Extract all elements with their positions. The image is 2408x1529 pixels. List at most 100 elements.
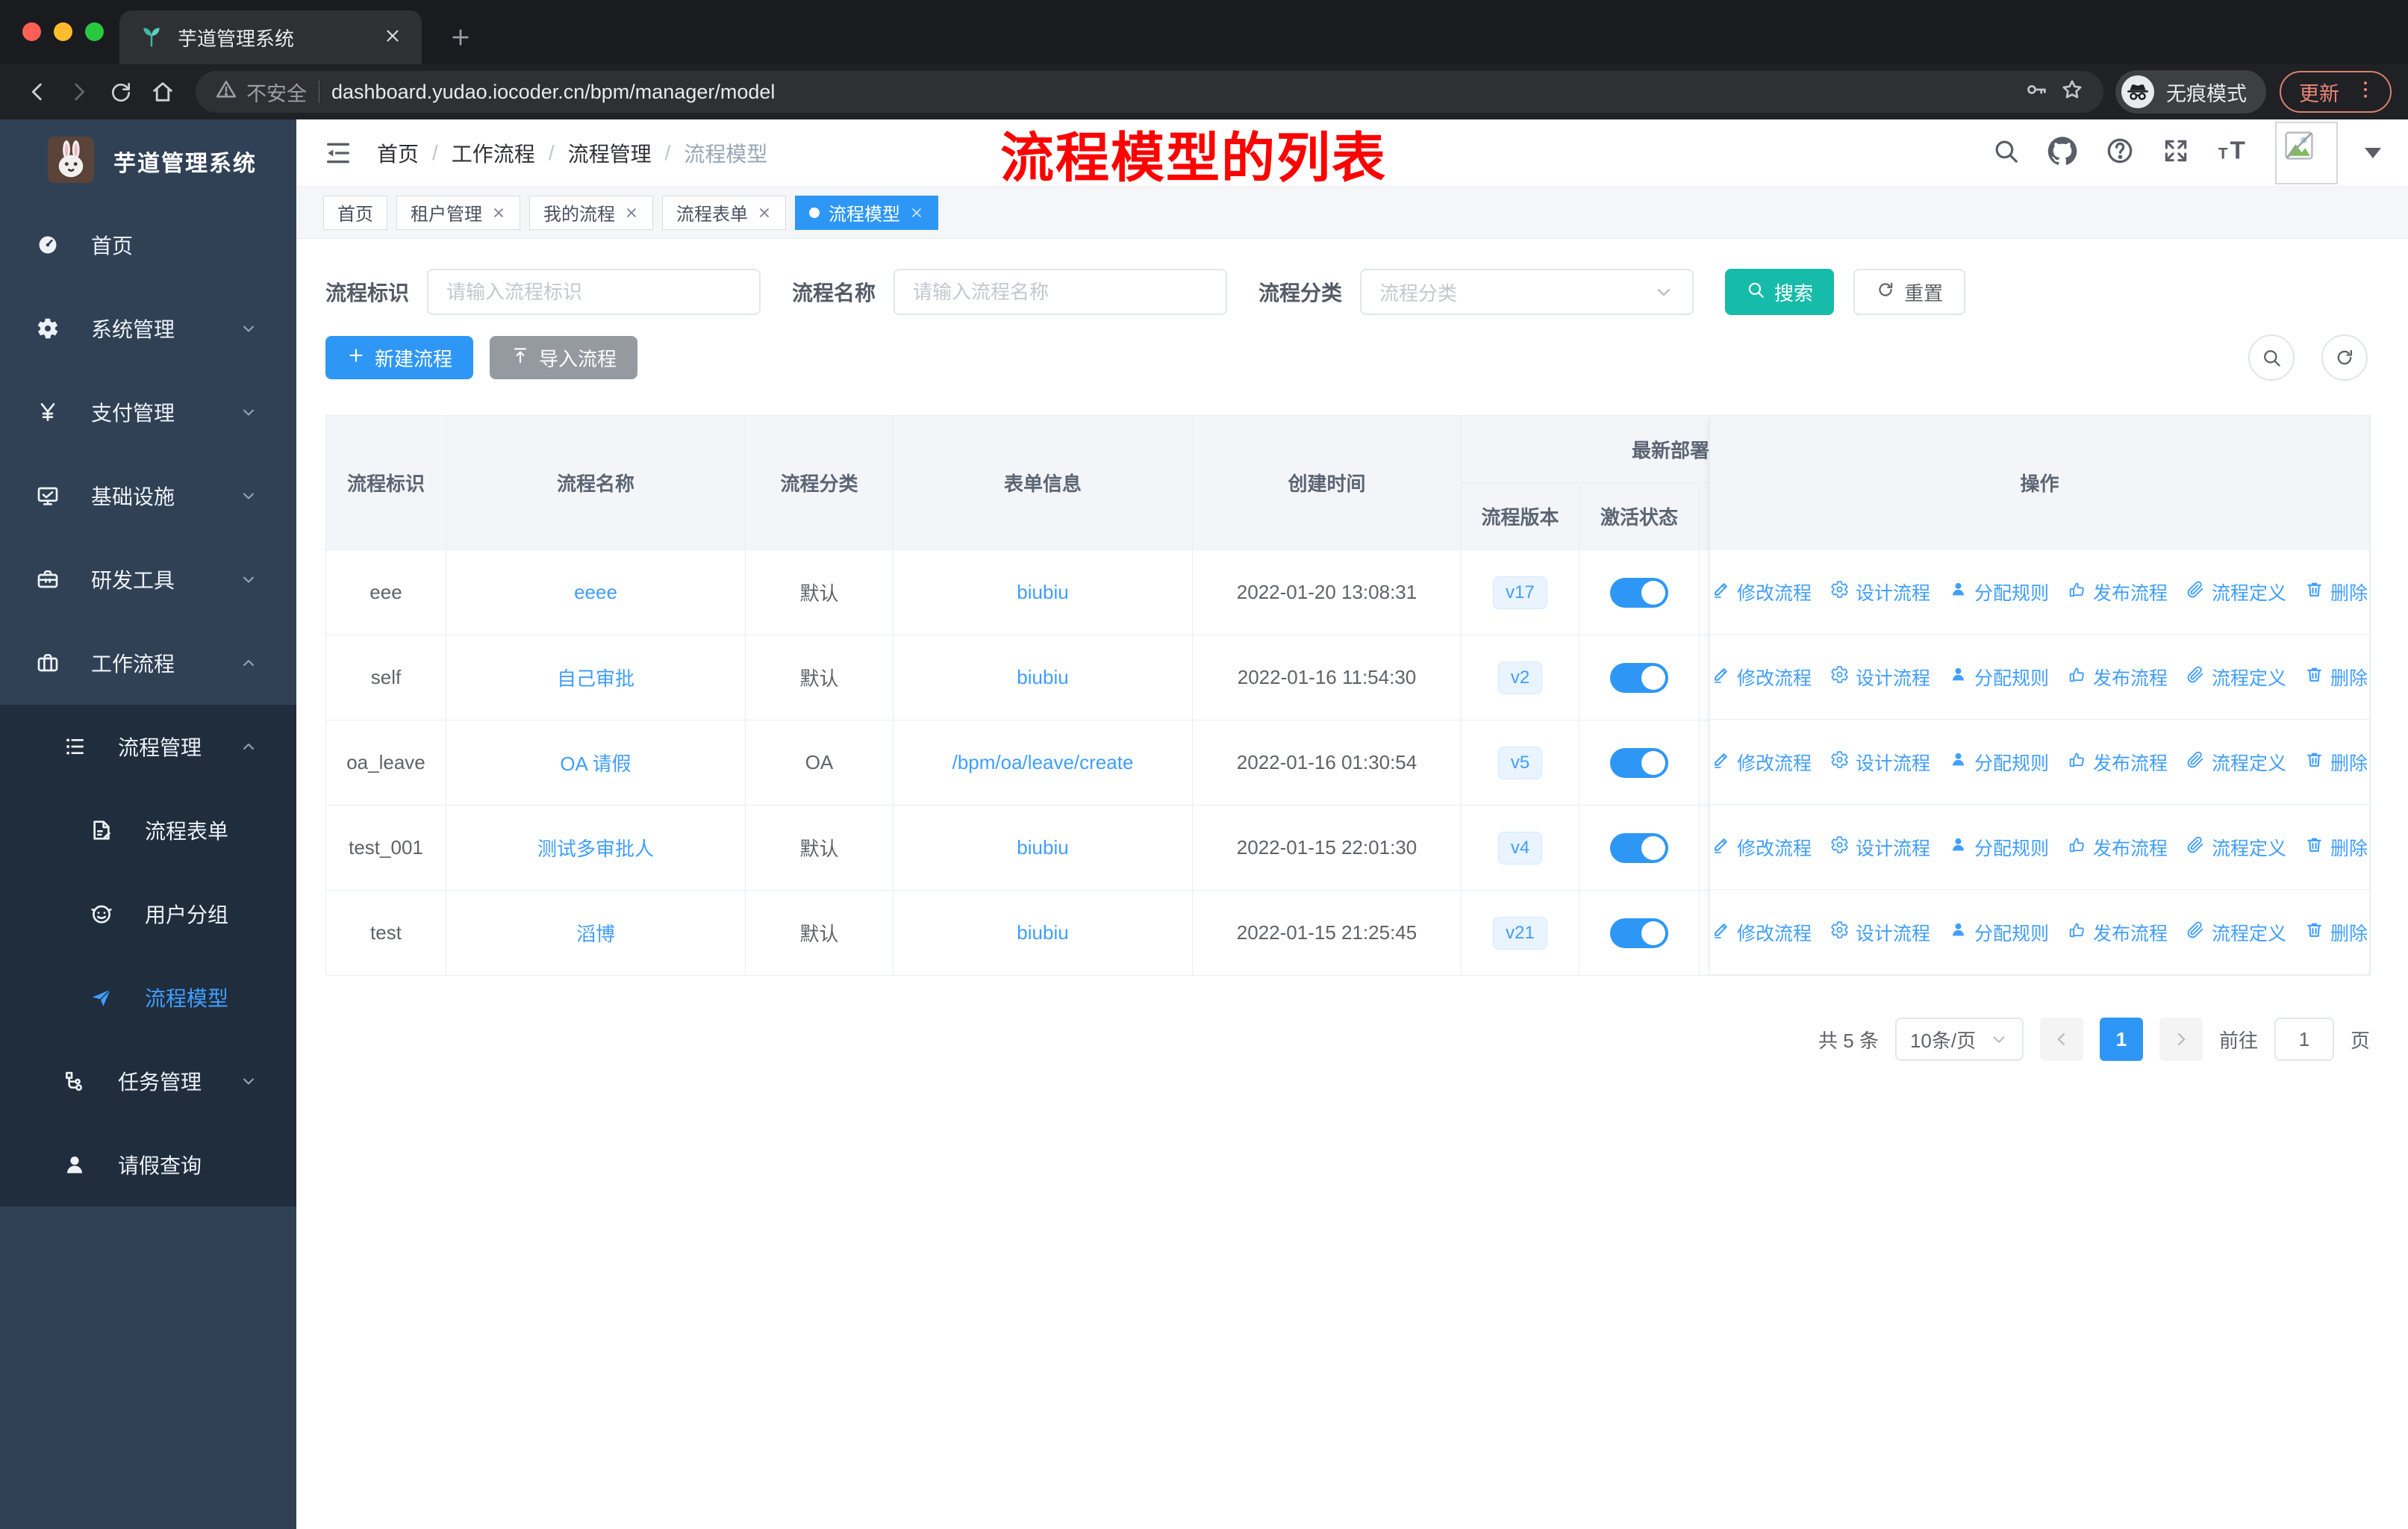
- design-process-link[interactable]: 设计流程: [1830, 834, 1930, 861]
- form-link[interactable]: biubiu: [1017, 581, 1068, 603]
- version-badge[interactable]: v2: [1497, 661, 1543, 694]
- new-tab-button[interactable]: [438, 15, 483, 60]
- assign-rule-link[interactable]: 分配规则: [1949, 919, 2049, 946]
- process-key-input[interactable]: [427, 269, 761, 315]
- search-button[interactable]: 搜索: [1725, 269, 1835, 315]
- security-warning[interactable]: 不安全: [215, 78, 307, 107]
- github-icon[interactable]: [2047, 135, 2078, 170]
- form-link[interactable]: biubiu: [1017, 836, 1068, 859]
- active-toggle[interactable]: [1610, 918, 1668, 948]
- process-category-select[interactable]: 流程分类: [1360, 269, 1694, 315]
- deploy-process-link[interactable]: 发布流程: [2068, 919, 2168, 946]
- process-name-link[interactable]: eeee: [574, 581, 617, 603]
- search-icon[interactable]: [1991, 137, 2020, 169]
- tab-close-icon[interactable]: [383, 26, 402, 49]
- design-process-link[interactable]: 设计流程: [1830, 664, 1930, 691]
- sidebar-item-任务管理[interactable]: 任务管理: [0, 1039, 296, 1123]
- deploy-process-link[interactable]: 发布流程: [2068, 664, 2168, 691]
- chevron-down-icon[interactable]: [2365, 147, 2381, 158]
- sidebar-item-用户分组[interactable]: 用户分组: [0, 872, 296, 956]
- assign-rule-link[interactable]: 分配规则: [1949, 834, 2049, 861]
- import-process-button[interactable]: 导入流程: [490, 336, 638, 379]
- refresh-table-button[interactable]: [2321, 334, 2368, 381]
- form-link[interactable]: biubiu: [1017, 921, 1068, 944]
- sidebar-item-支付管理[interactable]: 支付管理: [0, 370, 296, 454]
- page-size-select[interactable]: 10条/页: [1894, 1018, 2024, 1061]
- sidebar-item-流程表单[interactable]: 流程表单: [0, 788, 296, 872]
- collapse-menu-icon[interactable]: [323, 138, 353, 168]
- close-icon[interactable]: [624, 205, 639, 220]
- active-toggle[interactable]: [1610, 832, 1668, 863]
- deploy-process-link[interactable]: 发布流程: [2068, 579, 2168, 605]
- active-toggle[interactable]: [1610, 747, 1668, 778]
- maximize-window-button[interactable]: [85, 22, 104, 41]
- process-name-link[interactable]: 测试多审批人: [537, 838, 654, 860]
- breadcrumb-item[interactable]: 流程管理: [568, 138, 652, 168]
- delete-link[interactable]: 删除: [2305, 664, 2368, 691]
- help-icon[interactable]: [2105, 136, 2135, 169]
- edit-process-link[interactable]: 修改流程: [1712, 834, 1812, 861]
- breadcrumb-item[interactable]: 首页: [377, 138, 419, 168]
- next-page-button[interactable]: [2159, 1018, 2203, 1061]
- deploy-process-link[interactable]: 发布流程: [2068, 834, 2168, 861]
- process-name-link[interactable]: 自己审批: [557, 667, 634, 690]
- sidebar-item-流程管理[interactable]: 流程管理: [0, 705, 296, 788]
- active-toggle[interactable]: [1610, 662, 1668, 693]
- sidebar-item-请假查询[interactable]: 请假查询: [0, 1123, 296, 1206]
- reset-button[interactable]: 重置: [1853, 269, 1966, 315]
- font-size-icon[interactable]: TT: [2217, 135, 2248, 170]
- version-badge[interactable]: v4: [1497, 831, 1543, 865]
- process-name-link[interactable]: 滔博: [576, 923, 615, 945]
- assign-rule-link[interactable]: 分配规则: [1949, 749, 2049, 776]
- sidebar-item-研发工具[interactable]: 研发工具: [0, 538, 296, 621]
- form-link[interactable]: biubiu: [1017, 666, 1068, 688]
- design-process-link[interactable]: 设计流程: [1830, 749, 1930, 776]
- sidebar-item-首页[interactable]: 首页: [0, 203, 296, 287]
- reload-button[interactable]: [100, 71, 142, 113]
- update-chip[interactable]: 更新: [2280, 71, 2392, 113]
- deploy-process-link[interactable]: 发布流程: [2068, 749, 2168, 776]
- create-process-button[interactable]: 新建流程: [325, 336, 474, 379]
- version-badge[interactable]: v21: [1493, 916, 1547, 950]
- edit-process-link[interactable]: 修改流程: [1712, 919, 1812, 946]
- prev-page-button[interactable]: [2039, 1018, 2083, 1061]
- process-definition-link[interactable]: 流程定义: [2186, 664, 2286, 691]
- user-avatar[interactable]: [2275, 121, 2338, 184]
- design-process-link[interactable]: 设计流程: [1830, 579, 1930, 605]
- bookmark-star-icon[interactable]: [2060, 78, 2084, 107]
- delete-link[interactable]: 删除: [2305, 834, 2368, 861]
- delete-link[interactable]: 删除: [2305, 579, 2368, 605]
- process-name-link[interactable]: OA 请假: [560, 753, 631, 775]
- version-badge[interactable]: v5: [1497, 746, 1543, 779]
- tag-租户管理[interactable]: 租户管理: [396, 195, 520, 230]
- back-button[interactable]: [16, 71, 58, 113]
- delete-link[interactable]: 删除: [2305, 919, 2368, 946]
- close-icon[interactable]: [757, 205, 772, 220]
- active-toggle[interactable]: [1610, 577, 1668, 608]
- forward-button[interactable]: [58, 71, 100, 113]
- tag-流程表单[interactable]: 流程表单: [662, 195, 786, 230]
- process-definition-link[interactable]: 流程定义: [2186, 579, 2286, 605]
- form-link[interactable]: /bpm/oa/leave/create: [952, 751, 1134, 773]
- process-definition-link[interactable]: 流程定义: [2186, 834, 2286, 861]
- breadcrumb-item[interactable]: 工作流程: [452, 138, 535, 168]
- edit-process-link[interactable]: 修改流程: [1712, 749, 1812, 776]
- assign-rule-link[interactable]: 分配规则: [1949, 579, 2049, 605]
- process-name-input[interactable]: [893, 269, 1228, 315]
- assign-rule-link[interactable]: 分配规则: [1949, 664, 2049, 691]
- close-icon[interactable]: [491, 205, 506, 220]
- fullscreen-icon[interactable]: [2162, 137, 2190, 169]
- address-bar[interactable]: 不安全 dashboard.yudao.iocoder.cn/bpm/manag…: [196, 71, 2103, 113]
- process-definition-link[interactable]: 流程定义: [2186, 749, 2286, 776]
- tag-流程模型[interactable]: 流程模型: [795, 195, 938, 230]
- toggle-search-button[interactable]: [2248, 334, 2295, 381]
- sidebar-item-流程模型[interactable]: 流程模型: [0, 956, 296, 1039]
- close-icon[interactable]: [909, 205, 924, 220]
- edit-process-link[interactable]: 修改流程: [1712, 664, 1812, 691]
- current-page-button[interactable]: 1: [2099, 1018, 2143, 1061]
- process-definition-link[interactable]: 流程定义: [2186, 919, 2286, 946]
- edit-process-link[interactable]: 修改流程: [1712, 579, 1812, 605]
- password-key-icon[interactable]: [2024, 78, 2048, 107]
- browser-menu-icon[interactable]: [2354, 78, 2377, 106]
- browser-tab[interactable]: 芋道管理系统: [119, 10, 422, 64]
